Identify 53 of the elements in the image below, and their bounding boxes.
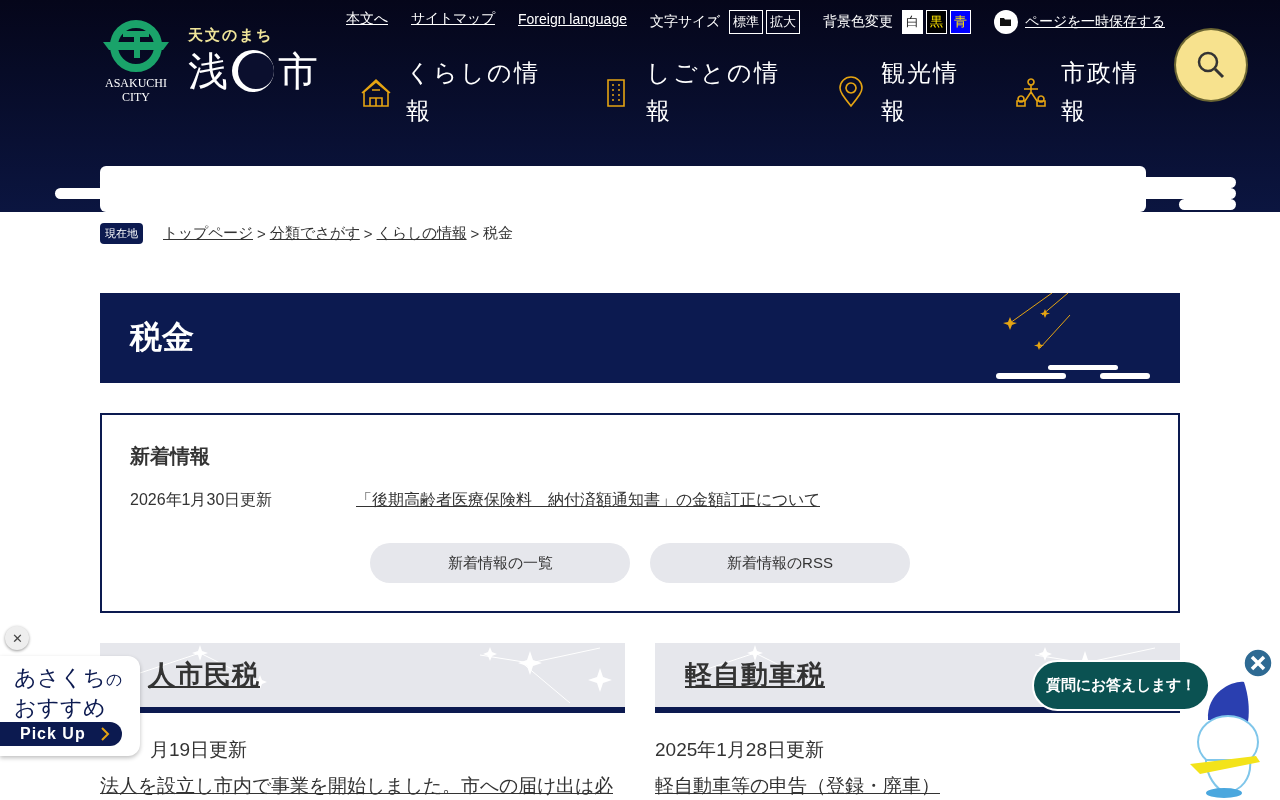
breadcrumb-separator: > xyxy=(257,224,266,242)
pickup-banner[interactable]: あさくちの おすすめ Pick Up xyxy=(0,656,140,756)
news-date: 2026年1月30日更新 xyxy=(130,490,274,510)
card-date: 月19日更新 xyxy=(150,738,249,762)
breadcrumb-separator: > xyxy=(363,224,373,242)
close-button[interactable]: ✕ xyxy=(5,626,29,650)
page-title: 税金 xyxy=(130,318,194,357)
nav-link[interactable]: 市政情報 xyxy=(1015,54,1180,130)
background-color-button[interactable]: 白 xyxy=(902,10,923,34)
news-link[interactable]: 「後期高齢者医療保険料 納付済額通知書」の金額訂正について xyxy=(356,490,820,511)
breadcrumb-link[interactable]: 分類でさがす xyxy=(269,223,360,243)
card-date: 2025年1月28日更新 xyxy=(655,738,825,762)
logo-character: 市 xyxy=(278,47,318,96)
news-button[interactable]: 新着情報の一覧 xyxy=(370,543,630,583)
breadcrumb-separator: > xyxy=(470,224,480,242)
pickup-title: あさくちの おすすめ xyxy=(14,664,122,722)
font-size-button[interactable]: 標準 xyxy=(729,10,763,34)
save-page-link[interactable]: ページを一時保存する xyxy=(1025,13,1165,31)
news-heading: 新着情報 xyxy=(130,444,211,469)
breadcrumb-link[interactable]: トップページ xyxy=(163,223,253,243)
header-link[interactable]: 本文へ xyxy=(346,10,388,28)
pickup-button[interactable]: Pick Up xyxy=(0,722,122,746)
nav-link[interactable]: しごとの情報 xyxy=(600,54,835,130)
emblem-icon xyxy=(101,20,171,72)
logo-tagline: 天文のまち xyxy=(188,26,274,45)
folder-icon xyxy=(994,10,1018,34)
breadcrumb-link[interactable]: くらしの情報 xyxy=(376,223,467,243)
search-button[interactable] xyxy=(1176,30,1246,100)
header-link[interactable]: Foreign language xyxy=(518,11,627,27)
moon-icon xyxy=(230,48,276,94)
background-color-button[interactable]: 黒 xyxy=(926,10,947,34)
chevron-icon xyxy=(99,727,110,741)
font-size-label: 文字サイズ xyxy=(650,13,720,31)
nav-link[interactable]: 観光情報 xyxy=(835,54,1015,130)
background-color-label: 背景色変更 xyxy=(823,13,893,31)
card-title-link[interactable]: 軽自動車税 xyxy=(685,657,825,693)
logo-character: 浅 xyxy=(188,47,228,96)
header-link[interactable]: サイトマップ xyxy=(411,10,495,28)
current-location-badge: 現在地 xyxy=(100,222,143,244)
news-button[interactable]: 新着情報のRSS xyxy=(650,543,910,583)
background-color-button[interactable]: 青 xyxy=(950,10,971,34)
emblem-text: ASAKUCHI CITY xyxy=(105,76,167,104)
card-link[interactable]: 法人を設立し市内で事業を開始しました。市への届け出は必 xyxy=(100,773,613,799)
font-size-button[interactable]: 拡大 xyxy=(766,10,800,34)
close-icon[interactable] xyxy=(1243,648,1273,678)
search-icon xyxy=(1196,50,1226,80)
card-title-link[interactable]: 人市民税 xyxy=(148,657,260,693)
people-icon xyxy=(1015,76,1047,108)
chat-bubble[interactable]: 質問にお答えします！ xyxy=(1032,660,1210,711)
nav-link[interactable]: くらしの情報 xyxy=(360,54,600,130)
breadcrumb-current: 税金 xyxy=(483,223,514,243)
card-link[interactable]: 軽自動車等の申告（登録・廃車） xyxy=(655,773,940,799)
house-icon xyxy=(360,76,392,108)
